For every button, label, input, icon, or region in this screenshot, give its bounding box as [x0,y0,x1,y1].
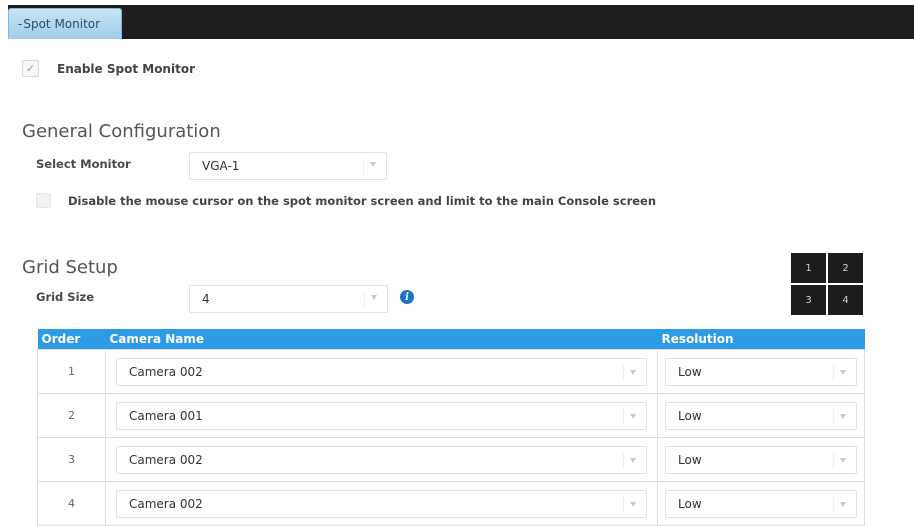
disable-cursor-label: Disable the mouse cursor on the spot mon… [68,193,657,208]
resolution-select-value: Low [678,408,702,423]
order-cell: 1 [37,348,106,394]
chevron-down-icon [371,295,377,300]
camera-select[interactable]: Camera 002 [116,445,647,474]
column-header-resolution: Resolution [657,329,865,349]
enable-spot-monitor-checkbox[interactable]: ✓ [22,60,39,77]
dropdown-separator [833,364,834,381]
chevron-down-icon [840,413,846,419]
camera-select-value: Camera 002 [129,452,203,467]
dropdown-separator [623,496,624,513]
tab-label: Spot Monitor [23,17,101,31]
grid-setup-heading: Grid Setup [22,257,118,278]
disable-cursor-row: Disable the mouse cursor on the spot mon… [36,193,656,208]
order-cell: 2 [37,392,106,438]
tab-prefix: - [18,17,23,31]
chevron-down-icon [630,413,636,419]
dropdown-separator [364,291,365,307]
chevron-down-icon [840,501,846,507]
layout-cell[interactable]: 3 [791,285,826,315]
tab-spot-monitor[interactable]: - Spot Monitor [8,8,122,39]
table-header-row: Order Camera Name Resolution [37,329,865,349]
select-monitor-label: Select Monitor [36,157,131,171]
resolution-select-value: Low [678,364,702,379]
chevron-down-icon [630,457,636,463]
dropdown-separator [833,408,834,425]
chevron-down-icon [840,369,846,375]
layout-cell[interactable]: 4 [828,285,863,315]
resolution-select[interactable]: Low [665,489,857,518]
layout-cell[interactable]: 1 [791,253,826,283]
dropdown-separator [623,364,624,381]
camera-select[interactable]: Camera 002 [116,489,647,518]
check-icon: ✓ [25,62,36,75]
camera-select[interactable]: Camera 001 [116,401,647,430]
layout-cell[interactable]: 2 [828,253,863,283]
table-row: 3 Camera 002 Low [37,436,865,482]
order-cell: 3 [37,436,106,482]
grid-size-label: Grid Size [36,290,95,304]
resolution-select-value: Low [678,496,702,511]
dropdown-separator [623,452,624,469]
resolution-cell: Low [657,436,865,482]
camera-select-value: Camera 001 [129,408,203,423]
chevron-down-icon [370,162,376,167]
resolution-select[interactable]: Low [665,445,857,474]
table-row: 1 Camera 002 Low [37,348,865,394]
camera-cell: Camera 002 [105,348,658,394]
grid-layout-preview: 1 2 3 4 [791,253,863,315]
grid-size-value: 4 [202,292,210,306]
camera-cell: Camera 002 [105,480,658,526]
select-monitor-value: VGA-1 [202,159,240,173]
info-icon[interactable]: i [400,290,414,304]
resolution-select-value: Low [678,452,702,467]
grid-size-dropdown[interactable]: 4 [189,285,388,313]
dropdown-separator [623,408,624,425]
disable-cursor-checkbox[interactable] [36,193,51,208]
table-row: 4 Camera 002 Low [37,480,865,526]
camera-select[interactable]: Camera 002 [116,357,647,386]
chevron-down-icon [630,501,636,507]
general-configuration-heading: General Configuration [22,121,221,142]
select-monitor-dropdown[interactable]: VGA-1 [189,152,387,180]
resolution-select[interactable]: Low [665,357,857,386]
camera-cell: Camera 001 [105,392,658,438]
resolution-cell: Low [657,348,865,394]
table-row: 2 Camera 001 Low [37,392,865,438]
top-tab-bar: - Spot Monitor [8,5,914,39]
camera-grid-table: Order Camera Name Resolution 1 Camera 00… [37,329,865,526]
chevron-down-icon [840,457,846,463]
enable-spot-monitor-row: ✓ Enable Spot Monitor [22,60,195,77]
dropdown-separator [833,496,834,513]
resolution-select[interactable]: Low [665,401,857,430]
camera-cell: Camera 002 [105,436,658,482]
order-cell: 4 [37,480,106,526]
resolution-cell: Low [657,392,865,438]
camera-select-value: Camera 002 [129,364,203,379]
column-header-order: Order [37,329,106,349]
column-header-camera-name: Camera Name [105,329,658,349]
dropdown-separator [833,452,834,469]
dropdown-separator [363,158,364,174]
resolution-cell: Low [657,480,865,526]
camera-select-value: Camera 002 [129,496,203,511]
enable-spot-monitor-label: Enable Spot Monitor [57,61,195,76]
chevron-down-icon [630,369,636,375]
